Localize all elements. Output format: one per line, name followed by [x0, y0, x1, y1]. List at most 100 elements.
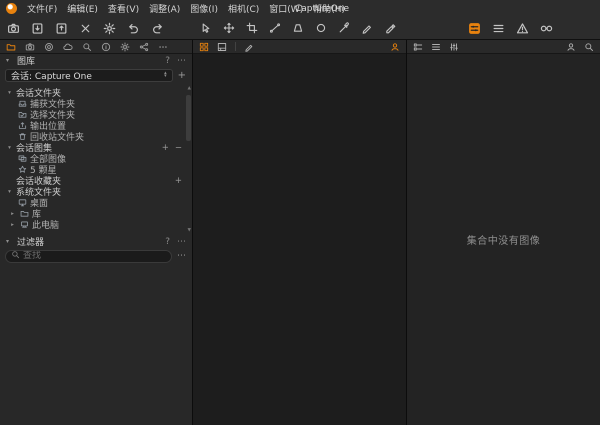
tab-library[interactable]	[6, 42, 16, 52]
user-icon[interactable]	[566, 42, 576, 52]
tree-section[interactable]: ▾系统文件夹	[0, 186, 192, 197]
tab-details[interactable]	[82, 42, 92, 52]
tab-more[interactable]	[158, 42, 168, 52]
tree-item[interactable]: 桌面	[0, 197, 192, 208]
crop-tool-icon[interactable]	[246, 22, 258, 34]
viewer-right-icons	[566, 42, 594, 52]
more-options-button[interactable]: ⋯	[177, 237, 186, 247]
filters-header[interactable]: ▾ 过滤器 ? ⋯	[0, 235, 192, 248]
capture-one-window: 文件(F)编辑(E)查看(V)调整(A)图像(I)相机(C)窗口(W)帮助(H)…	[0, 0, 600, 425]
chevron-down-icon[interactable]: ▾	[6, 90, 13, 96]
search-input[interactable]	[23, 251, 166, 261]
undo-icon[interactable]	[127, 22, 140, 35]
chevron-down-icon[interactable]: ▾	[6, 238, 13, 245]
tree-item[interactable]: 输出位置	[0, 120, 192, 131]
tab-output[interactable]	[139, 42, 149, 52]
copy-adjustments-icon[interactable]	[468, 22, 481, 35]
viewer-view-icons	[413, 42, 459, 52]
scroll-down-button[interactable]: ▼	[188, 228, 191, 234]
new-session-button[interactable]: +	[178, 70, 186, 81]
chevron-right-icon[interactable]: ▸	[9, 222, 16, 228]
menu-item[interactable]: 调整(A)	[144, 4, 185, 16]
settings-icon[interactable]	[103, 22, 116, 35]
exposure-warning-icon[interactable]	[516, 22, 529, 35]
menu-item[interactable]: 相机(C)	[223, 4, 264, 16]
browser-view-icons	[199, 42, 254, 52]
session-selector-value: 会话: Capture One	[11, 69, 92, 82]
tab-capture[interactable]	[25, 42, 35, 52]
help-button[interactable]: ?	[165, 237, 170, 247]
redo-icon[interactable]	[151, 22, 164, 35]
viewer-panel: 集合中没有图像	[407, 40, 600, 425]
brush-tool-icon[interactable]	[361, 22, 373, 34]
list-view-icon[interactable]	[431, 42, 441, 52]
keystone-tool-icon[interactable]	[292, 22, 304, 34]
scroll-up-button[interactable]: ▲	[188, 86, 191, 92]
tree-item[interactable]: 捕获文件夹	[0, 98, 192, 109]
add-button[interactable]: +	[162, 143, 169, 153]
search-options-button[interactable]: ⋯	[177, 251, 186, 261]
computer-icon	[19, 220, 29, 230]
search-box[interactable]	[5, 250, 172, 263]
thumb-view-icon[interactable]	[217, 42, 227, 52]
tree-section[interactable]: ▾会话图集+−	[0, 142, 192, 153]
tab-lens[interactable]	[44, 42, 54, 52]
tab-info[interactable]	[101, 42, 111, 52]
section-actions: +−	[162, 143, 182, 153]
chevron-down-icon[interactable]: ▾	[6, 189, 13, 195]
tool-tabs-bar	[0, 40, 192, 54]
tools-panel-empty	[0, 266, 192, 425]
tree-section[interactable]: ▾会话文件夹	[0, 87, 192, 98]
chevron-down-icon[interactable]: ▾	[6, 57, 13, 64]
remove-button[interactable]: −	[175, 143, 182, 153]
help-button[interactable]: ?	[165, 56, 170, 66]
folder-icon	[19, 209, 29, 219]
browser-body[interactable]	[193, 54, 406, 425]
eyedropper-tool-icon[interactable]	[338, 22, 350, 34]
select-updown-icon: ▴▾	[164, 72, 167, 79]
chevron-right-icon[interactable]: ▸	[9, 211, 16, 217]
menu-bar: 文件(F)编辑(E)查看(V)调整(A)图像(I)相机(C)窗口(W)帮助(H)…	[0, 0, 600, 17]
pen-tool-icon[interactable]	[384, 22, 396, 34]
add-button[interactable]: +	[175, 176, 182, 186]
session-selector[interactable]: 会话: Capture One ▴▾	[5, 69, 173, 82]
capture-tray-icon	[17, 99, 27, 109]
tab-settings[interactable]	[120, 42, 130, 52]
menu-item[interactable]: 图像(I)	[185, 4, 223, 16]
browser-right-icons	[390, 42, 400, 52]
filters-title: 过滤器	[17, 235, 44, 248]
toolbar-view-group	[468, 22, 553, 35]
more-options-button[interactable]: ⋯	[177, 56, 186, 66]
grid-view-icon[interactable]	[199, 42, 209, 52]
straighten-tool-icon[interactable]	[269, 22, 281, 34]
menu-item[interactable]: 查看(V)	[103, 4, 144, 16]
tab-cloud[interactable]	[63, 42, 73, 52]
loupe-icon[interactable]	[584, 42, 594, 52]
user-icon[interactable]	[390, 42, 400, 52]
rating-brush-icon[interactable]	[244, 42, 254, 52]
tree-item[interactable]: ▸此电脑	[0, 219, 192, 230]
chevron-down-icon[interactable]: ▾	[6, 145, 13, 151]
export-icon[interactable]	[55, 22, 68, 35]
menu-item[interactable]: 编辑(E)	[62, 4, 103, 16]
focus-mask-icon[interactable]	[540, 22, 553, 35]
spot-tool-icon[interactable]	[315, 22, 327, 34]
pan-tool-icon[interactable]	[223, 22, 235, 34]
camera-icon[interactable]	[7, 22, 20, 35]
main-area: ▾ 图库 ? ⋯ 会话: Capture One ▴▾ + ▾会话文件夹捕获文件…	[0, 40, 600, 425]
tree-item[interactable]: ▸库	[0, 208, 192, 219]
tree-item[interactable]: 选择文件夹	[0, 109, 192, 120]
viewer-body[interactable]: 集合中没有图像	[407, 54, 600, 425]
library-header[interactable]: ▾ 图库 ? ⋯	[0, 54, 192, 67]
sort-icon[interactable]	[449, 42, 459, 52]
select-tool-icon[interactable]	[200, 22, 212, 34]
import-icon[interactable]	[31, 22, 44, 35]
tree-item[interactable]: 全部图像	[0, 153, 192, 164]
menu-item[interactable]: 文件(F)	[22, 4, 62, 16]
delete-icon[interactable]	[79, 22, 92, 35]
multi-view-icon[interactable]	[413, 42, 423, 52]
selects-check-icon	[17, 110, 27, 120]
tree-scrollbar[interactable]	[186, 95, 191, 141]
section-actions: +	[175, 176, 182, 186]
adjustments-list-icon[interactable]	[492, 22, 505, 35]
